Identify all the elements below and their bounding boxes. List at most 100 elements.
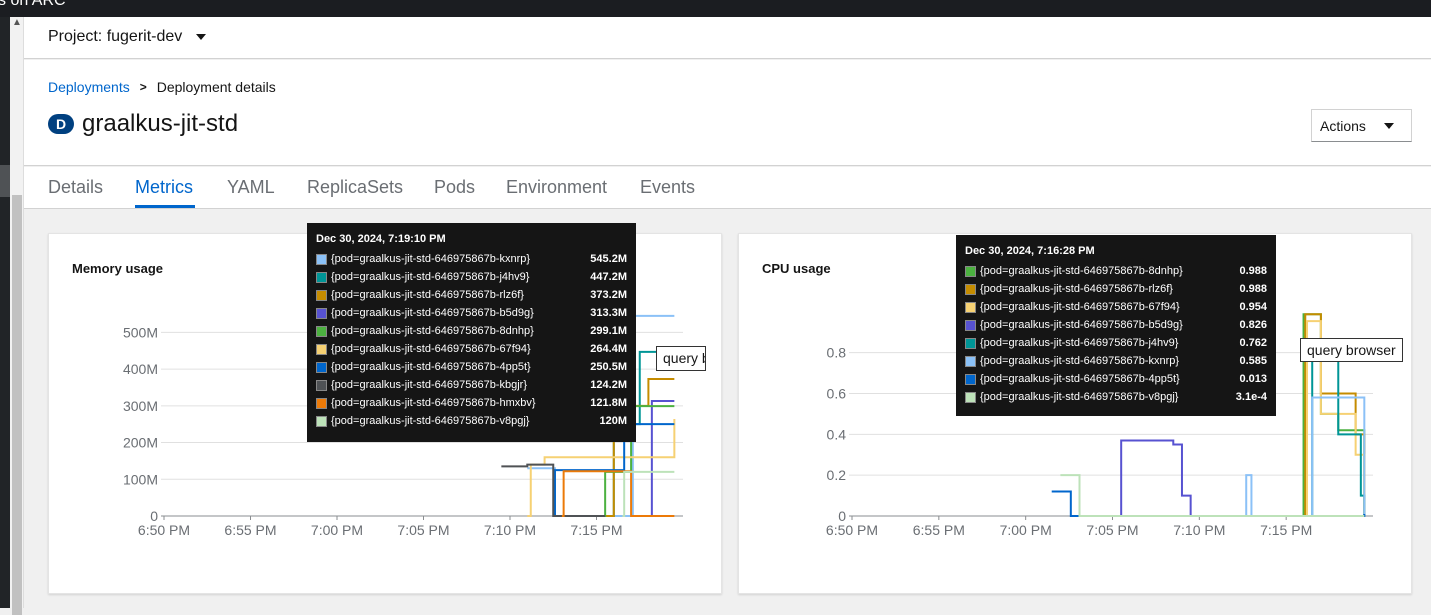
x-tick-label: 7:10 PM: [484, 522, 536, 538]
series-name: {pod=graalkus-jit-std-646975867b-67f94}: [331, 343, 531, 355]
y-tick-label: 200M: [123, 435, 158, 451]
series-line-v8pgj: [1060, 474, 1365, 517]
tab-pods[interactable]: Pods: [434, 177, 475, 198]
tab-details[interactable]: Details: [48, 177, 103, 198]
cpu-tooltip-rows: {pod=graalkus-jit-std-646975867b-8dnhp} 0…: [965, 262, 1267, 406]
project-selector[interactable]: Project: fugerit-dev: [48, 28, 207, 46]
top-bar: s on ARC: [0, 0, 1431, 17]
cpu-tooltip: Dec 30, 2024, 7:16:28 PM {pod=graalkus-j…: [956, 235, 1276, 416]
series-value: 0.954: [1239, 301, 1267, 313]
tab-events[interactable]: Events: [640, 177, 695, 198]
series-name: {pod=graalkus-jit-std-646975867b-67f94}: [980, 301, 1180, 313]
tab-environment[interactable]: Environment: [506, 177, 607, 198]
tab-replicasets[interactable]: ReplicaSets: [307, 177, 403, 198]
series-swatch: [316, 325, 327, 337]
series-line-kbgjr: [501, 463, 606, 517]
x-tick-label: 6:55 PM: [224, 522, 276, 538]
series-value: 121.8M: [590, 397, 627, 409]
page-header: Deployments > Deployment details D graal…: [24, 60, 1431, 166]
caret-down-icon: [1383, 122, 1394, 129]
series-swatch: [965, 283, 976, 295]
scroll-up-arrow-icon[interactable]: ▲: [11, 17, 23, 28]
series-swatch: [316, 289, 327, 301]
series-value: 264.4M: [590, 343, 627, 355]
memory-tooltip: Dec 30, 2024, 7:19:10 PM {pod=graalkus-j…: [307, 223, 636, 442]
series-name: {pod=graalkus-jit-std-646975867b-8dnhp}: [331, 325, 534, 337]
tooltip-row: {pod=graalkus-jit-std-646975867b-b5d9g} 0…: [965, 316, 1267, 334]
series-swatch: [316, 253, 327, 265]
tooltip-row: {pod=graalkus-jit-std-646975867b-8dnhp} 0…: [965, 262, 1267, 280]
series-value: 3.1e-4: [1235, 391, 1267, 403]
series-name: {pod=graalkus-jit-std-646975867b-kxnrp}: [331, 253, 531, 265]
series-swatch: [316, 379, 327, 391]
x-tick-label: 7:05 PM: [1086, 522, 1138, 538]
tooltip-row: {pod=graalkus-jit-std-646975867b-4pp5t} 0…: [965, 370, 1267, 388]
left-nav-strip: [0, 17, 10, 608]
series-value: 0.826: [1239, 319, 1267, 331]
series-swatch: [316, 361, 327, 373]
series-name: {pod=graalkus-jit-std-646975867b-hmxbv}: [331, 397, 536, 409]
tooltip-row: {pod=graalkus-jit-std-646975867b-b5d9g} 3…: [316, 304, 627, 322]
x-tick-label: 7:00 PM: [1000, 522, 1052, 538]
actions-dropdown[interactable]: Actions: [1311, 109, 1412, 142]
series-line-4pp5t: [1051, 490, 1366, 517]
deployment-badge: D: [48, 114, 74, 134]
tooltip-row: {pod=graalkus-jit-std-646975867b-hmxbv} 1…: [316, 394, 627, 412]
y-tick-label: 0.8: [827, 345, 847, 361]
x-tick-label: 6:50 PM: [826, 522, 878, 538]
series-value: 373.2M: [590, 289, 627, 301]
tooltip-row: {pod=graalkus-jit-std-646975867b-8dnhp} 2…: [316, 322, 627, 340]
series-name: {pod=graalkus-jit-std-646975867b-b5d9g}: [980, 319, 1183, 331]
tooltip-row: {pod=graalkus-jit-std-646975867b-kbgjr} 1…: [316, 376, 627, 394]
series-swatch: [965, 391, 976, 403]
x-tick-label: 7:15 PM: [570, 522, 622, 538]
x-tick-label: 7:05 PM: [397, 522, 449, 538]
series-value: 0.585: [1239, 355, 1267, 367]
series-line-b5d9g: [648, 400, 675, 517]
x-tick-label: 7:00 PM: [311, 522, 363, 538]
x-tick-label: 6:50 PM: [138, 522, 190, 538]
series-value: 0.988: [1239, 265, 1267, 277]
series-value: 545.2M: [590, 253, 627, 265]
caret-down-icon: [196, 34, 207, 40]
breadcrumb-deployments-link[interactable]: Deployments: [48, 79, 130, 95]
series-name: {pod=graalkus-jit-std-646975867b-8dnhp}: [980, 265, 1183, 277]
title-row: D graalkus-jit-std: [48, 110, 238, 138]
series-name: {pod=graalkus-jit-std-646975867b-rlz6f}: [980, 283, 1173, 295]
breadcrumb-current: Deployment details: [156, 79, 276, 95]
active-tab-indicator: [135, 205, 195, 208]
series-value: 313.3M: [590, 307, 627, 319]
series-line-hmxbv: [561, 470, 675, 517]
y-tick-label: 0.2: [827, 467, 847, 483]
series-swatch: [316, 397, 327, 409]
top-bar-text: s on ARC: [0, 0, 66, 9]
series-value: 120M: [599, 415, 627, 427]
scroll-thumb[interactable]: [12, 195, 22, 615]
tooltip-row: {pod=graalkus-jit-std-646975867b-67f94} 0…: [965, 298, 1267, 316]
tooltip-row: {pod=graalkus-jit-std-646975867b-kxnrp} 0…: [965, 352, 1267, 370]
tooltip-row: {pod=graalkus-jit-std-646975867b-j4hv9} 4…: [316, 268, 627, 286]
project-bar: Project: fugerit-dev: [24, 17, 1431, 59]
series-value: 299.1M: [590, 325, 627, 337]
series-swatch: [965, 355, 976, 367]
x-tick-label: 7:15 PM: [1260, 522, 1312, 538]
series-swatch: [965, 319, 976, 331]
series-swatch: [316, 271, 327, 283]
series-name: {pod=graalkus-jit-std-646975867b-j4hv9}: [980, 337, 1179, 349]
tab-yaml[interactable]: YAML: [227, 177, 275, 198]
series-value: 124.2M: [590, 379, 627, 391]
series-value: 0.762: [1239, 337, 1267, 349]
tooltip-row: {pod=graalkus-jit-std-646975867b-kxnrp} 5…: [316, 250, 627, 268]
series-swatch: [965, 337, 976, 349]
vertical-scrollbar[interactable]: ▲: [10, 17, 24, 615]
series-swatch: [316, 307, 327, 319]
tooltip-row: {pod=graalkus-jit-std-646975867b-v8pgj} 3…: [965, 388, 1267, 406]
series-value: 447.2M: [590, 271, 627, 283]
tab-metrics[interactable]: Metrics: [135, 177, 193, 198]
series-swatch: [316, 343, 327, 355]
series-name: {pod=graalkus-jit-std-646975867b-v8pgj}: [980, 391, 1179, 403]
tooltip-row: {pod=graalkus-jit-std-646975867b-4pp5t} 2…: [316, 358, 627, 376]
series-name: {pod=graalkus-jit-std-646975867b-j4hv9}: [331, 271, 530, 283]
series-name: {pod=graalkus-jit-std-646975867b-4pp5t}: [331, 361, 531, 373]
y-tick-label: 0.4: [827, 426, 847, 442]
